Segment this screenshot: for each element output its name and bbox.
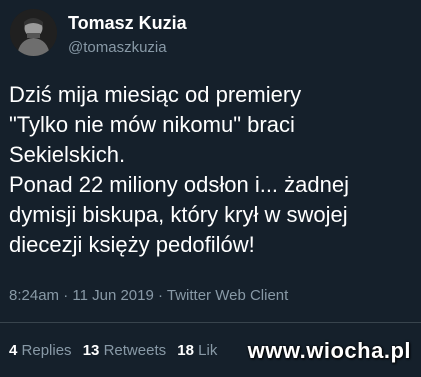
tweet-text-line: dymisji biskupa, który krył w swojej — [9, 202, 348, 227]
replies-count: 4 — [9, 342, 18, 359]
likes-count: 18 — [177, 342, 194, 359]
replies-label: Replies — [21, 342, 72, 359]
tweet-text-line: "Tylko nie mów nikomu" braci — [9, 112, 295, 137]
watermark: www.wiocha.pl — [247, 338, 411, 363]
tweet-text-line: Ponad 22 miliony odsłon i... żadnej — [9, 172, 349, 197]
engagement-stats: 4 Replies 13 Retweets 18 Lik — [9, 342, 224, 359]
likes-label: Lik — [198, 342, 218, 359]
tweet-text-line: diecezji księży pedofilów! — [9, 232, 255, 257]
author-name[interactable]: Tomasz Kuzia — [68, 13, 187, 34]
tweet-timestamp[interactable]: 8:24am · 11 Jun 2019 · Twitter Web Clien… — [9, 287, 288, 304]
retweets-stat[interactable]: 13 Retweets — [83, 342, 166, 359]
avatar[interactable] — [10, 9, 57, 56]
tweet-text-line: Sekielskich. — [9, 142, 126, 167]
replies-stat[interactable]: 4 Replies — [9, 342, 72, 359]
retweets-count: 13 — [82, 342, 100, 359]
tweet-card: Tomasz Kuzia @tomaszkuzia Dziś mija mies… — [0, 0, 421, 377]
tweet-text-line: Dziś mija miesiąc od premiery — [9, 82, 302, 107]
tweet-text: Dziś mija miesiąc od premiery "Tylko nie… — [9, 80, 414, 260]
retweets-label: Retweets — [103, 342, 167, 359]
divider — [0, 322, 421, 323]
likes-stat[interactable]: 18 Lik — [177, 342, 217, 359]
profile-photo-icon — [10, 9, 57, 56]
author-handle[interactable]: @tomaszkuzia — [68, 39, 167, 56]
